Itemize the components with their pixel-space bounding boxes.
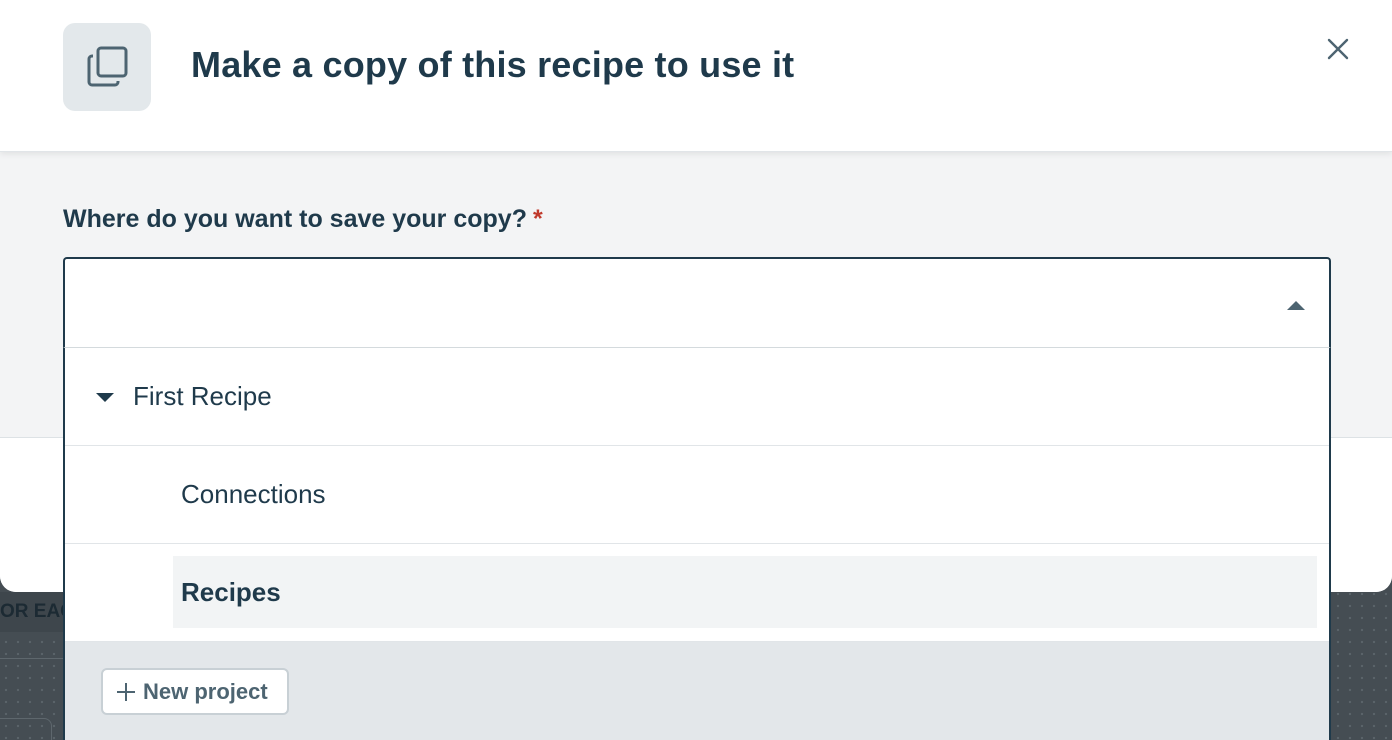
location-dropdown: First Recipe Connections Recipes New pro… [63,347,1331,740]
copy-icon [63,23,151,111]
plus-icon [117,682,135,701]
close-button[interactable] [1322,33,1354,65]
new-project-label: New project [143,678,268,704]
background-divider [0,658,70,659]
new-project-button[interactable]: New project [101,668,289,715]
folder-label: First Recipe [133,381,272,411]
dropdown-folder-first-recipe[interactable]: First Recipe [65,348,1329,446]
background-step-label: OR EAC [0,592,70,632]
selected-highlight [173,556,1317,628]
close-icon [1327,38,1349,60]
location-label-text: Where do you want to save your copy? [63,205,527,233]
dropdown-item-label: Recipes [181,577,281,607]
dropdown-item-recipes[interactable]: Recipes [65,544,1329,642]
dropdown-footer: New project [65,642,1329,740]
dropdown-item-connections[interactable]: Connections [65,446,1329,544]
location-select[interactable] [63,257,1331,349]
modal-header: Make a copy of this recipe to use it [0,0,1392,152]
dropdown-item-label: Connections [181,479,326,509]
modal-title: Make a copy of this recipe to use it [191,44,795,85]
caret-down-icon[interactable] [96,393,114,402]
chevron-up-icon[interactable] [1287,301,1305,310]
required-marker: * [532,205,543,233]
background-card [0,718,52,740]
location-field-label: Where do you want to save your copy? * [63,205,543,234]
